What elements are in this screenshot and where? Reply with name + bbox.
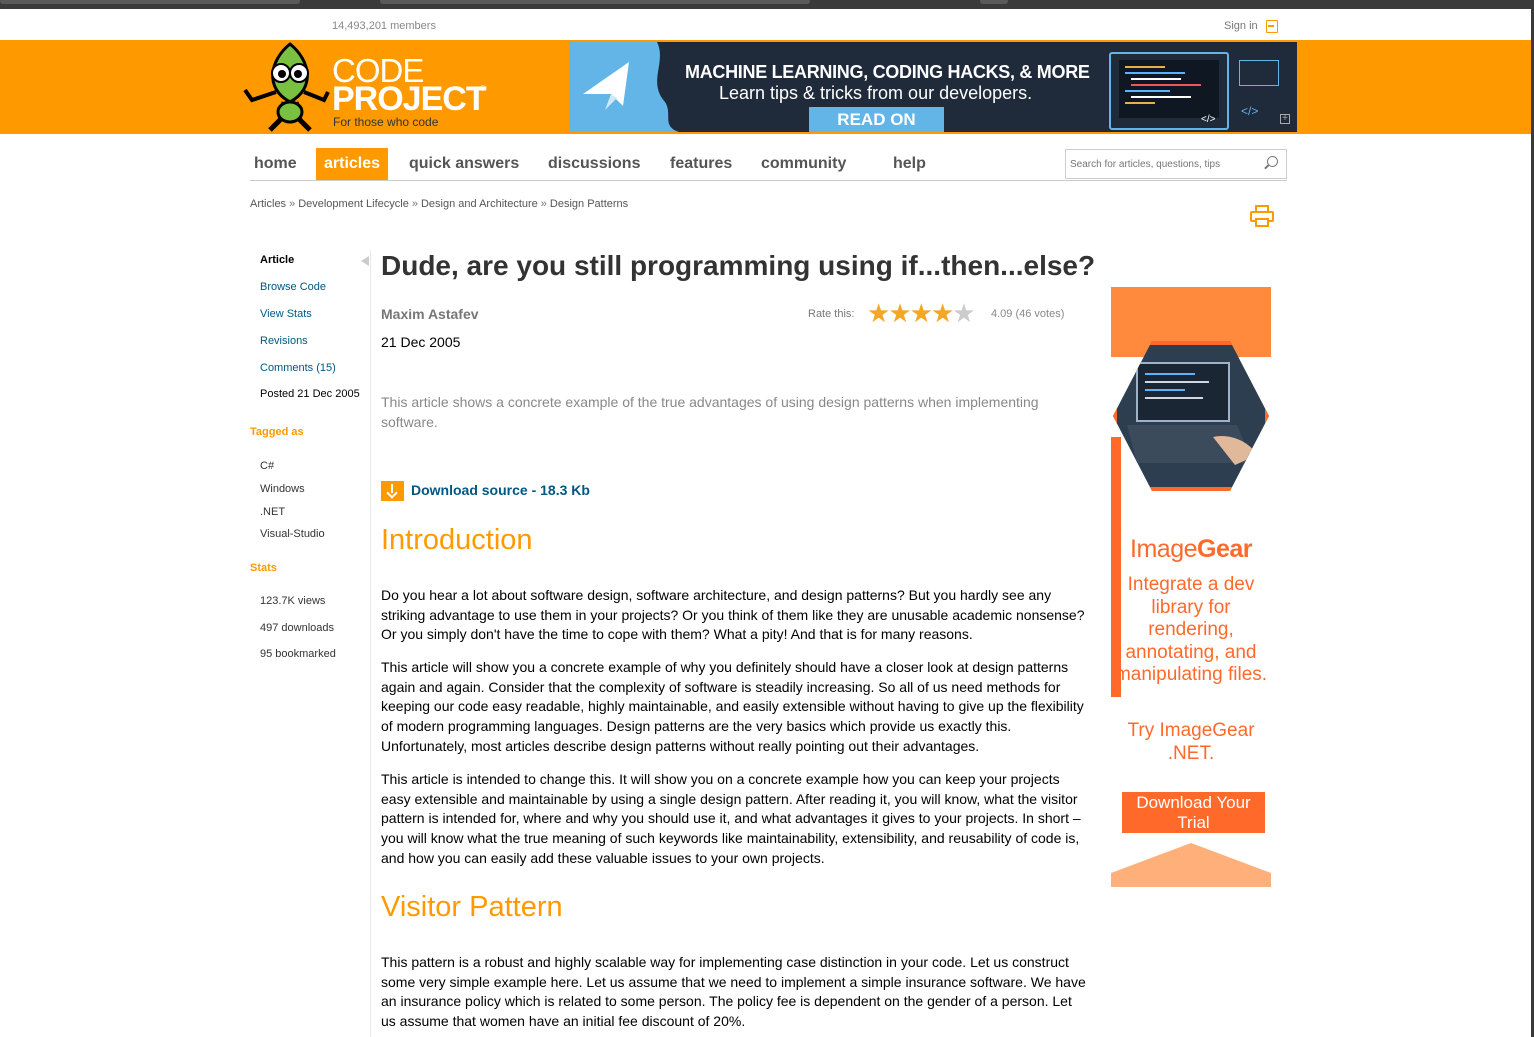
print-icon[interactable] xyxy=(1250,205,1274,227)
sidebar-tag[interactable]: Windows xyxy=(260,483,305,495)
article-summary: This article shows a concrete example of… xyxy=(381,394,1039,430)
sidebar-stat-downloads: 497 downloads xyxy=(260,622,335,634)
sign-in-link[interactable]: Sign in xyxy=(1224,20,1258,32)
site-header: CODE PROJECT ® For those who code MACHIN… xyxy=(0,40,1531,134)
bob-mascot-icon xyxy=(243,42,330,132)
ad-try-text: Try ImageGear .NET. xyxy=(1127,720,1255,764)
sidebar-item-browse-code[interactable]: Browse Code xyxy=(260,281,326,293)
sidebar-tag[interactable]: Visual-Studio xyxy=(260,528,325,540)
banner-subtitle: Learn tips & tricks from our developers. xyxy=(719,83,1033,103)
laptop-illustration: </> xyxy=(1109,52,1229,130)
code-lines-icon xyxy=(1125,66,1201,104)
sidebar-stat-views: 123.7K views xyxy=(260,595,326,607)
heading-visitor-pattern: Visitor Pattern xyxy=(381,891,563,923)
rating-stars[interactable]: ★★★★★ xyxy=(867,298,976,328)
breadcrumb-articles[interactable]: Articles xyxy=(250,198,286,210)
sidebar-tag[interactable]: .NET xyxy=(260,506,285,518)
nav-features[interactable]: features xyxy=(666,148,736,180)
site-logo[interactable]: CODE PROJECT ® For those who code xyxy=(240,40,500,134)
breadcrumb-design-architecture[interactable]: Design and Architecture xyxy=(421,198,538,210)
sidebar-stat-bookmarked: 95 bookmarked xyxy=(260,648,336,660)
star-icon[interactable]: ★ xyxy=(867,298,890,328)
header-ad-banner[interactable]: MACHINE LEARNING, CODING HACKS, & MORE L… xyxy=(569,42,1297,132)
star-icon[interactable]: ★ xyxy=(910,298,933,328)
browser-tab[interactable] xyxy=(0,0,300,4)
rate-label: Rate this: xyxy=(808,308,855,320)
sign-in-icon[interactable] xyxy=(1266,20,1278,33)
article-paragraph: This pattern is a robust and highly scal… xyxy=(381,954,1086,1030)
sidebar-collapse-icon[interactable] xyxy=(361,256,369,266)
ad-choices-icon[interactable]: + xyxy=(1280,114,1290,124)
banner-paper-plane-panel xyxy=(569,42,679,132)
sidebar-item-view-stats[interactable]: View Stats xyxy=(260,308,312,320)
search-input[interactable] xyxy=(1070,155,1260,173)
sidebar-item-article[interactable]: Article xyxy=(260,254,294,266)
download-icon[interactable] xyxy=(381,481,404,501)
star-icon[interactable]: ★ xyxy=(888,298,911,328)
banner-title: MACHINE LEARNING, CODING HACKS, & MORE xyxy=(685,62,1090,82)
search-icon[interactable] xyxy=(1267,156,1278,167)
rating-score: 4.09 (46 votes) xyxy=(991,308,1065,320)
sidebar-stats-heading: Stats xyxy=(250,562,277,574)
breadcrumb: Articles» Development Lifecycle» Design an… xyxy=(250,198,628,210)
laptop-screen xyxy=(1119,60,1219,118)
article-author[interactable]: Maxim Astafev xyxy=(381,306,479,322)
breadcrumb-development-lifecycle[interactable]: Development Lifecycle xyxy=(298,198,409,210)
browser-tab[interactable] xyxy=(380,0,810,4)
nav-home[interactable]: home xyxy=(250,148,301,180)
nav-discussions[interactable]: discussions xyxy=(544,148,644,180)
sidebar-tag[interactable]: C# xyxy=(260,460,274,472)
member-count: 14,493,201 members xyxy=(332,20,436,32)
imagegear-side-ad[interactable]: ImageGear Integrate a dev library for re… xyxy=(1111,287,1271,887)
star-icon[interactable]: ★ xyxy=(931,298,954,328)
main-nav: home articles quick answers discussions … xyxy=(250,148,1287,181)
article-paragraph: Do you hear a lot about software design,… xyxy=(381,587,1085,643)
monitor-icon xyxy=(1239,60,1279,86)
laptop-photo-icon xyxy=(1127,362,1257,465)
sidebar-tagged-heading: Tagged as xyxy=(250,426,304,438)
code-tag-icon: </> xyxy=(1241,104,1259,118)
ad-laptop-photo xyxy=(1113,341,1269,491)
top-bar: 14,493,201 members Sign in xyxy=(0,9,1531,40)
sidebar-item-comments[interactable]: Comments (15) xyxy=(260,362,336,374)
star-icon[interactable]: ★ xyxy=(952,298,975,328)
download-source-link[interactable]: Download source - 18.3 Kb xyxy=(411,482,590,498)
logo-tagline: For those who code xyxy=(333,115,439,129)
article-paragraph: This article will show you a concrete ex… xyxy=(381,659,1084,754)
ad-brand-bold: Gear xyxy=(1197,535,1252,563)
ad-brand-name: ImageGear xyxy=(1111,535,1271,564)
paper-plane-icon xyxy=(583,42,679,132)
ad-brand-light: Image xyxy=(1130,535,1197,563)
article-date: 21 Dec 2005 xyxy=(381,334,461,350)
sidebar-item-revisions[interactable]: Revisions xyxy=(260,335,308,347)
article-paragraph: This article is intended to change this.… xyxy=(381,771,1081,866)
ad-bottom-band xyxy=(1111,843,1271,887)
ad-copy: Integrate a dev library for rendering, a… xyxy=(1114,574,1268,685)
browser-chrome-bar xyxy=(0,0,1534,9)
breadcrumb-separator: » xyxy=(411,198,418,210)
breadcrumb-design-patterns[interactable]: Design Patterns xyxy=(550,198,628,210)
breadcrumb-separator: » xyxy=(540,198,547,210)
ad-download-trial-button[interactable]: Download Your Trial xyxy=(1122,792,1265,833)
nav-quick-answers[interactable]: quick answers xyxy=(405,148,523,180)
sidebar-divider xyxy=(370,250,371,1037)
logo-project-text: PROJECT xyxy=(332,80,487,118)
article-title: Dude, are you still programming using if… xyxy=(381,250,1096,281)
nav-community[interactable]: community xyxy=(757,148,850,180)
logo-registered-mark: ® xyxy=(480,84,486,93)
browser-tab[interactable] xyxy=(980,0,1008,4)
nav-articles[interactable]: articles xyxy=(316,148,389,180)
heading-introduction: Introduction xyxy=(381,524,533,556)
search-box xyxy=(1065,149,1287,179)
code-bracket-icon: </> xyxy=(1201,114,1216,125)
nav-help[interactable]: help xyxy=(889,148,930,180)
sidebar-posted-date: Posted 21 Dec 2005 xyxy=(260,388,360,400)
breadcrumb-separator: » xyxy=(289,198,296,210)
banner-read-on-button[interactable]: READ ON xyxy=(809,107,944,132)
